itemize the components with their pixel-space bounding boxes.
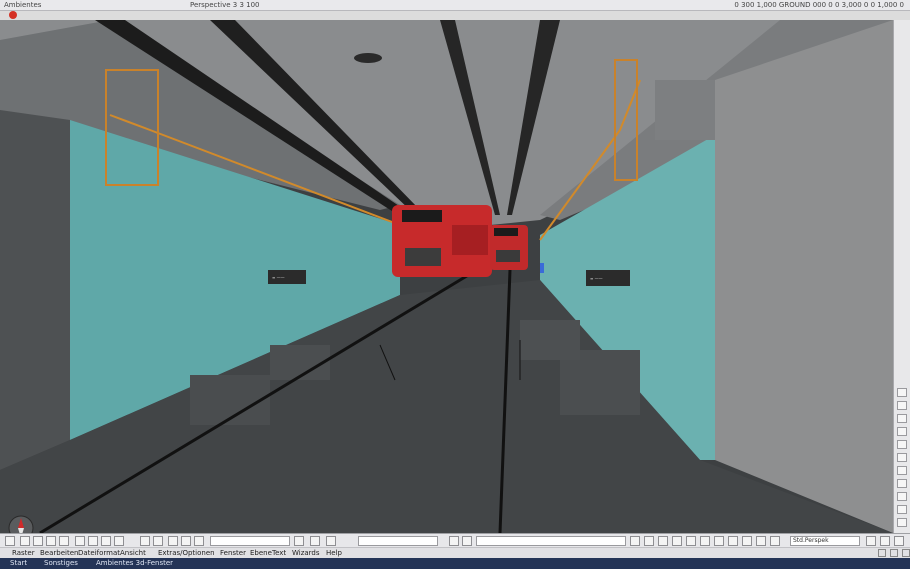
tool-button[interactable]: [880, 536, 890, 546]
tool-button[interactable]: [181, 536, 191, 546]
blue-marker: [540, 263, 544, 273]
sign-right-text: ≡ ——: [590, 276, 603, 281]
tool-button[interactable]: [897, 388, 907, 397]
right-column-top: [655, 80, 715, 140]
tool-button[interactable]: [714, 536, 724, 546]
tool-button[interactable]: [897, 440, 907, 449]
tool-button[interactable]: [114, 536, 124, 546]
maximize-button[interactable]: [890, 549, 898, 557]
layer-field[interactable]: [476, 536, 626, 546]
menu-item-bearbeiten[interactable]: Bearbeiten: [40, 549, 78, 557]
tool-button[interactable]: [897, 453, 907, 462]
tool-button[interactable]: [897, 427, 907, 436]
start-button[interactable]: Start: [10, 558, 27, 569]
3d-viewport[interactable]: ≡ —— ≡ ——: [0, 20, 893, 533]
title-left: Ambientes: [4, 1, 42, 9]
menu-item-help[interactable]: Help: [326, 549, 342, 557]
tool-button[interactable]: [101, 536, 111, 546]
tool-button[interactable]: [59, 536, 69, 546]
menu-item-ebene[interactable]: Ebene: [250, 549, 272, 557]
tool-button[interactable]: [770, 536, 780, 546]
tool-button[interactable]: [449, 536, 459, 546]
search-field[interactable]: [358, 536, 438, 546]
tool-button[interactable]: [658, 536, 668, 546]
menu-item-extras[interactable]: Extras/Optionen: [158, 549, 215, 557]
bottom-toolbar: Std.Perspek: [0, 533, 910, 548]
tool-button[interactable]: [462, 536, 472, 546]
tool-button[interactable]: [33, 536, 43, 546]
tool-button[interactable]: [644, 536, 654, 546]
zoom-field[interactable]: [210, 536, 290, 546]
menu-item-dateiformat[interactable]: Dateiformat: [78, 549, 120, 557]
tool-button[interactable]: [46, 536, 56, 546]
tool-button[interactable]: [728, 536, 738, 546]
title-center: Perspective 3 3 100: [190, 1, 260, 9]
menu-item-wizards[interactable]: Wizards: [292, 549, 320, 557]
train-near: [392, 205, 492, 277]
menu-item-text[interactable]: Text: [272, 549, 286, 557]
tool-button[interactable]: [294, 536, 304, 546]
taskbar-item-active[interactable]: Ambientes 3d-Fenster: [96, 558, 173, 569]
ceiling-light: [354, 53, 382, 63]
view-select[interactable]: Std.Perspek: [790, 536, 860, 546]
tool-button[interactable]: [20, 536, 30, 546]
stop-icon[interactable]: [9, 11, 17, 19]
menu-item-ansicht[interactable]: Ansicht: [120, 549, 146, 557]
tool-button[interactable]: [672, 536, 682, 546]
tool-button[interactable]: [153, 536, 163, 546]
left-pillar: [0, 110, 70, 470]
minimize-button[interactable]: [878, 549, 886, 557]
tool-button[interactable]: [75, 536, 85, 546]
title-right: 0 300 1,000 GROUND 000 0 0 3,000 0 0 1,0…: [734, 1, 904, 9]
tool-button[interactable]: [897, 505, 907, 514]
tool-button[interactable]: [897, 401, 907, 410]
menu-item-raster[interactable]: Raster: [12, 549, 35, 557]
tool-button[interactable]: [88, 536, 98, 546]
tool-button[interactable]: [897, 492, 907, 501]
tool-button[interactable]: [310, 536, 320, 546]
tool-button[interactable]: [897, 466, 907, 475]
tool-button[interactable]: [894, 536, 904, 546]
tool-button[interactable]: [194, 536, 204, 546]
right-toolbar: [893, 20, 910, 533]
tool-button[interactable]: [756, 536, 766, 546]
tool-button[interactable]: [742, 536, 752, 546]
step-right-2: [520, 320, 580, 360]
right-pillar: [715, 20, 893, 533]
tunnel-scene: ≡ —— ≡ ——: [0, 20, 893, 533]
compass-icon[interactable]: [8, 515, 34, 533]
tool-button[interactable]: [686, 536, 696, 546]
tool-button[interactable]: [866, 536, 876, 546]
sign-right: ≡ ——: [586, 270, 630, 286]
tool-button[interactable]: [897, 479, 907, 488]
taskbar: Start Sonstiges Ambientes 3d-Fenster: [0, 558, 910, 569]
tool-button[interactable]: [897, 518, 907, 527]
tool-button[interactable]: [168, 536, 178, 546]
tool-button[interactable]: [897, 414, 907, 423]
close-button[interactable]: [902, 549, 910, 557]
menu-item-fenster[interactable]: Fenster: [220, 549, 246, 557]
train-far: [490, 225, 528, 270]
sign-left: ≡ ——: [268, 270, 306, 284]
tool-button[interactable]: [326, 536, 336, 546]
sign-left-text: ≡ ——: [272, 275, 285, 280]
tool-button[interactable]: [700, 536, 710, 546]
window-title-bar: Ambientes Perspective 3 3 100 0 300 1,00…: [0, 0, 910, 11]
tool-button[interactable]: [630, 536, 640, 546]
tool-button[interactable]: [140, 536, 150, 546]
tool-button[interactable]: [5, 536, 15, 546]
taskbar-item[interactable]: Sonstiges: [44, 558, 78, 569]
